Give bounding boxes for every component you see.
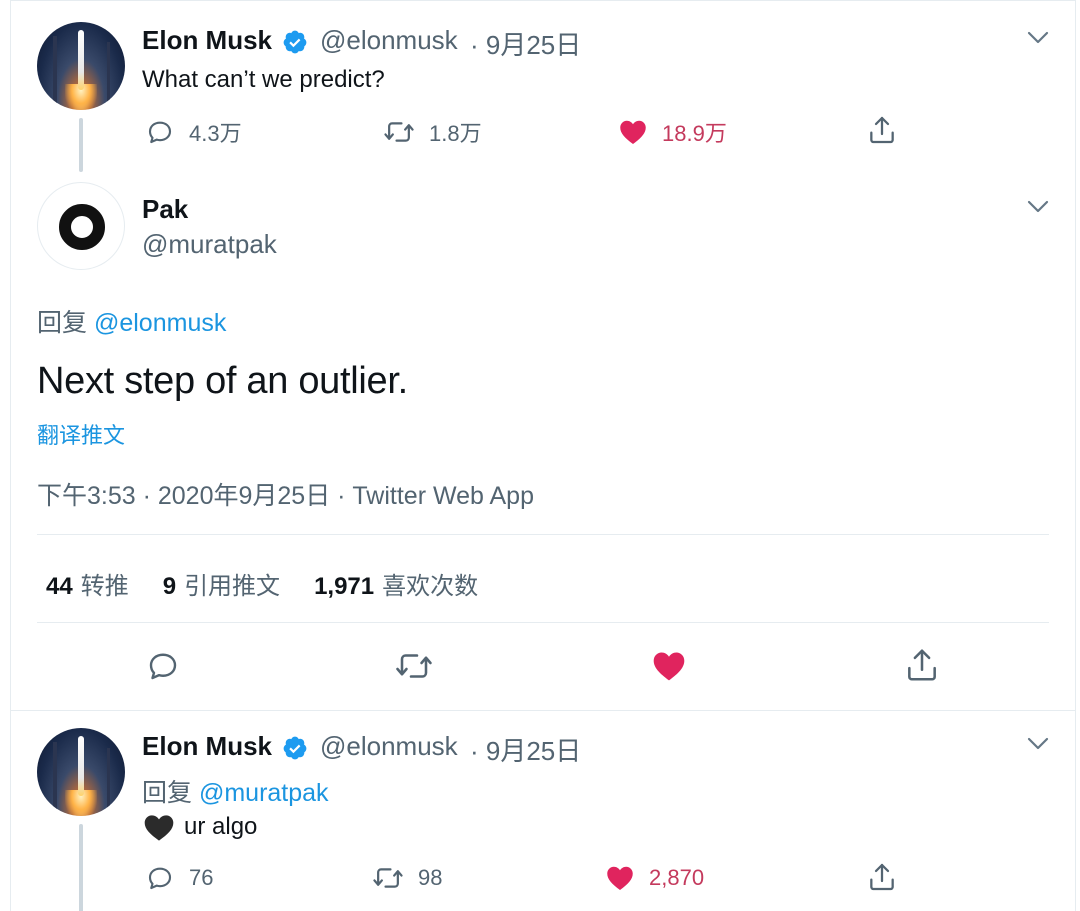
avatar-elonmusk[interactable] (37, 22, 125, 110)
reply-count: 76 (189, 865, 214, 890)
tweet-date[interactable]: · 9月25日 (470, 25, 581, 62)
reply-button[interactable] (145, 648, 181, 684)
handle[interactable]: @muratpak (142, 229, 277, 260)
heart-icon (607, 866, 633, 890)
chevron-down-icon[interactable] (1027, 737, 1049, 751)
reply-prefix: 回复 (142, 779, 193, 807)
share-button[interactable] (866, 861, 898, 893)
quotes-stat[interactable]: 9 引用推文 (163, 566, 280, 601)
thread-connector-line (79, 824, 83, 911)
tweet-date[interactable]: · 9月25日 (470, 731, 581, 768)
share-icon (870, 116, 894, 144)
reply-to-link[interactable]: @elonmusk (94, 309, 226, 337)
reply-context: 回复 @muratpak (142, 773, 329, 809)
verified-badge-icon (283, 30, 307, 54)
retweets-stat[interactable]: 44 转推 (46, 566, 129, 601)
display-name[interactable]: Pak (142, 194, 188, 225)
reply-button[interactable]: 4.3万 (145, 116, 242, 148)
heart-icon (620, 120, 646, 144)
tweet-text: ur algo (184, 813, 258, 840)
handle[interactable]: @elonmusk (320, 731, 458, 762)
engagement-stats: 44 转推 9 引用推文 1,971 喜欢次数 (46, 566, 478, 601)
retweet-icon (373, 868, 403, 888)
retweets-stat-label: 转推 (80, 573, 129, 600)
handle[interactable]: @elonmusk (320, 25, 458, 56)
reply-icon (149, 653, 177, 680)
tweet-text: What can’t we predict? (142, 66, 385, 93)
chevron-down-icon[interactable] (1027, 31, 1049, 45)
chevron-down-icon[interactable] (1027, 200, 1049, 214)
like-count: 2,870 (649, 865, 705, 890)
like-button[interactable] (650, 648, 688, 684)
black-heart-emoji (144, 815, 174, 841)
reply-button[interactable]: 76 (145, 863, 213, 893)
reply-prefix: 回复 (37, 309, 88, 337)
reply-count: 4.3万 (189, 121, 242, 146)
verified-badge-icon (283, 736, 307, 760)
share-button[interactable] (866, 114, 898, 146)
retweet-icon (396, 654, 432, 678)
like-button[interactable]: 2,870 (605, 863, 704, 893)
display-name[interactable]: Elon Musk (142, 731, 272, 762)
quotes-stat-label: 引用推文 (184, 573, 281, 600)
quotes-stat-number: 9 (162, 573, 177, 600)
like-count: 18.9万 (662, 121, 727, 146)
divider (10, 710, 1076, 711)
share-icon (908, 649, 936, 681)
retweet-button[interactable]: 1.8万 (383, 116, 482, 148)
retweet-count: 98 (418, 865, 443, 890)
retweet-icon (384, 122, 414, 142)
like-button[interactable]: 18.9万 (618, 116, 727, 148)
reply-icon (148, 121, 172, 144)
retweets-stat-number: 44 (46, 573, 73, 600)
retweet-button[interactable]: 98 (372, 863, 442, 893)
share-icon (870, 863, 894, 891)
likes-stat-label: 喜欢次数 (382, 573, 479, 600)
reply-to-link[interactable]: @muratpak (199, 779, 329, 807)
tweet-text: Next step of an outlier. (37, 360, 408, 402)
retweet-button[interactable] (394, 648, 434, 684)
divider (37, 622, 1049, 623)
avatar-muratpak[interactable] (37, 182, 125, 270)
translate-link[interactable]: 翻译推文 (37, 418, 125, 450)
thread-connector-line (79, 118, 83, 172)
likes-stat-number: 1,971 (314, 573, 375, 600)
display-name[interactable]: Elon Musk (142, 25, 272, 56)
heart-icon (653, 652, 685, 681)
share-button[interactable] (903, 646, 941, 684)
divider (37, 534, 1049, 535)
likes-stat[interactable]: 1,971 喜欢次数 (314, 566, 478, 601)
retweet-count: 1.8万 (429, 121, 482, 146)
tweet-timestamp[interactable]: 下午3:53 · 2020年9月25日 · Twitter Web App (37, 476, 534, 512)
reply-context: 回复 @elonmusk (37, 303, 226, 339)
tweet-text-row: ur algo (142, 812, 257, 842)
avatar-elonmusk[interactable] (37, 728, 125, 816)
reply-icon (148, 867, 172, 890)
